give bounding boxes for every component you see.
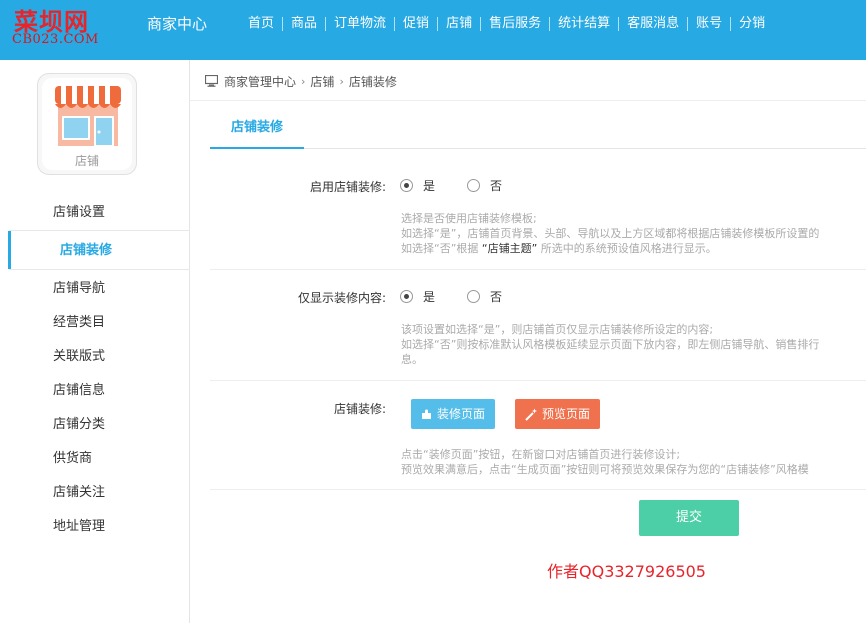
- nav-store[interactable]: 店铺: [437, 17, 480, 31]
- store-card: 店铺: [37, 73, 137, 175]
- hint-line: 息。: [401, 353, 423, 366]
- divider: [190, 100, 866, 101]
- hint-line: 如选择“否”根据 “店铺主题” 所选中的系统预设值风格进行显示。: [401, 241, 866, 256]
- breadcrumb: 商家管理中心 › 店铺 › 店铺装修: [205, 72, 397, 90]
- radio-checked-icon: [400, 290, 413, 303]
- hint-line: 预览效果满意后，点击“生成页面”按钮则可将预览效果保存为您的“店铺装修”风格模: [401, 463, 809, 476]
- hint-line: 该项设置如选择“是”，则店铺首页仅显示店铺装修所设定的内容;: [401, 323, 714, 336]
- storefront-icon: [55, 86, 121, 146]
- sidebar-item-business-categories[interactable]: 经营类目: [0, 306, 190, 340]
- sidebar-item-store-navigation[interactable]: 店铺导航: [0, 272, 190, 306]
- button-label: 装修页面: [437, 407, 486, 421]
- nav-orders[interactable]: 订单物流: [325, 17, 394, 31]
- sidebar-item-store-decoration[interactable]: 店铺装修: [8, 230, 190, 270]
- enable-decoration-no-radio[interactable]: 否: [467, 177, 502, 194]
- only-decoration-yes-radio[interactable]: 是: [400, 288, 435, 305]
- decorate-page-button[interactable]: 装修页面: [411, 399, 496, 429]
- nav-promotion[interactable]: 促销: [394, 17, 437, 31]
- breadcrumb-store[interactable]: 店铺: [310, 73, 334, 90]
- enable-decoration-radios: 是 否: [400, 177, 534, 194]
- enable-decoration-hint: 选择是否使用店铺装修模板; 如选择“是”，店铺首页背景、头部、导航以及上方区域都…: [401, 211, 866, 256]
- hint-line: 如选择“是”，店铺首页背景、头部、导航以及上方区域都将根据店铺装修模板所设置的: [401, 227, 820, 240]
- nav-distribution[interactable]: 分销: [730, 17, 773, 31]
- sidebar: 店铺 店铺设置 店铺装修 店铺导航 经营类目 关联版式 店铺信息 店铺分类 供货…: [0, 60, 190, 623]
- form-row-decorate-page: 店铺装修: 装修页面 预览页面 点击“装修页面”按钮，在新窗口对店铺首页进行装修…: [210, 381, 866, 490]
- monitor-icon: [205, 75, 218, 87]
- tab-store-decoration[interactable]: 店铺装修: [210, 112, 304, 149]
- nav-home[interactable]: 首页: [240, 17, 282, 31]
- sidebar-item-suppliers[interactable]: 供货商: [0, 442, 190, 476]
- submit-button[interactable]: 提交: [639, 500, 739, 536]
- sidebar-item-store-info[interactable]: 店铺信息: [0, 374, 190, 408]
- side-menu: 店铺设置 店铺装修 店铺导航 经营类目 关联版式 店铺信息 店铺分类 供货商 店…: [0, 196, 190, 544]
- chevron-right-icon: ›: [339, 74, 344, 88]
- decorate-page-hint: 点击“装修页面”按钮，在新窗口对店铺首页进行装修设计; 预览效果满意后，点击“生…: [401, 447, 866, 477]
- sidebar-item-related-layouts[interactable]: 关联版式: [0, 340, 190, 374]
- sidebar-item-store-categories[interactable]: 店铺分类: [0, 408, 190, 442]
- only-decoration-no-radio[interactable]: 否: [467, 288, 502, 305]
- nav-service-messages[interactable]: 客服消息: [618, 17, 687, 31]
- site-logo[interactable]: 菜坝网 CB023.COM: [12, 2, 112, 58]
- seller-center-title[interactable]: 商家中心: [147, 13, 207, 34]
- store-theme-link[interactable]: “店铺主题”: [482, 242, 537, 255]
- only-decoration-radios: 是 否: [400, 288, 534, 305]
- hint-text: 如选择“否”根据: [401, 242, 482, 255]
- button-label: 预览页面: [542, 407, 591, 421]
- radio-checked-icon: [400, 179, 413, 192]
- enable-decoration-yes-radio[interactable]: 是: [400, 177, 435, 194]
- hint-line: 选择是否使用店铺装修模板;: [401, 212, 537, 225]
- radio-label: 是: [423, 290, 436, 304]
- sidebar-item-address-management[interactable]: 地址管理: [0, 510, 190, 544]
- only-decoration-label: 仅显示装修内容:: [297, 291, 386, 305]
- preview-page-button[interactable]: 预览页面: [515, 399, 601, 429]
- chevron-right-icon: ›: [301, 74, 306, 88]
- sidebar-item-store-settings[interactable]: 店铺设置: [0, 196, 190, 230]
- radio-label: 否: [490, 290, 503, 304]
- hint-line: 如选择“否”则按标准默认风格模板延续显示页面下放内容，即左侧店铺导航、销售排行: [401, 338, 820, 351]
- logo-domain: CB023.COM: [12, 32, 99, 47]
- breadcrumb-home[interactable]: 商家管理中心: [224, 73, 296, 90]
- sidebar-item-store-follows[interactable]: 店铺关注: [0, 476, 190, 510]
- enable-decoration-label: 启用店铺装修:: [309, 180, 386, 194]
- tab-bar: 店铺装修: [210, 112, 866, 149]
- author-watermark: 作者QQ3327926505: [547, 562, 706, 581]
- only-decoration-hint: 该项设置如选择“是”，则店铺首页仅显示店铺装修所设定的内容; 如选择“否”则按标…: [401, 322, 866, 367]
- top-nav: 首页 商品 订单物流 促销 店铺 售后服务 统计结算 客服消息 账号 分销: [240, 14, 773, 34]
- nav-aftersales[interactable]: 售后服务: [480, 17, 549, 31]
- radio-unchecked-icon: [467, 290, 481, 303]
- top-bar: 菜坝网 CB023.COM 商家中心 首页 商品 订单物流 促销 店铺 售后服务…: [0, 0, 866, 60]
- store-card-label: 店铺: [74, 154, 99, 168]
- nav-account[interactable]: 账号: [687, 17, 730, 31]
- magic-wand-icon: [525, 408, 537, 421]
- breadcrumb-current: 店铺装修: [348, 74, 397, 89]
- radio-label: 否: [490, 179, 503, 193]
- form-row-only-decoration: 仅显示装修内容: 是 否 该项设置如选择“是”，则店铺首页仅显示店铺装修所设定的…: [210, 270, 866, 381]
- hint-text: 所选中的系统预设值风格进行显示。: [537, 242, 717, 255]
- radio-unchecked-icon: [467, 179, 481, 192]
- hint-line: 点击“装修页面”按钮，在新窗口对店铺首页进行装修设计;: [401, 448, 681, 461]
- form-row-enable-decoration: 启用店铺装修: 是 否 选择是否使用店铺装修模板; 如选择“是”，店铺首页背景、…: [210, 160, 866, 270]
- nav-statistics[interactable]: 统计结算: [549, 17, 618, 31]
- nav-goods[interactable]: 商品: [282, 17, 325, 31]
- radio-label: 是: [423, 179, 436, 193]
- decorate-page-label: 店铺装修:: [333, 402, 386, 416]
- puzzle-icon: [422, 409, 431, 419]
